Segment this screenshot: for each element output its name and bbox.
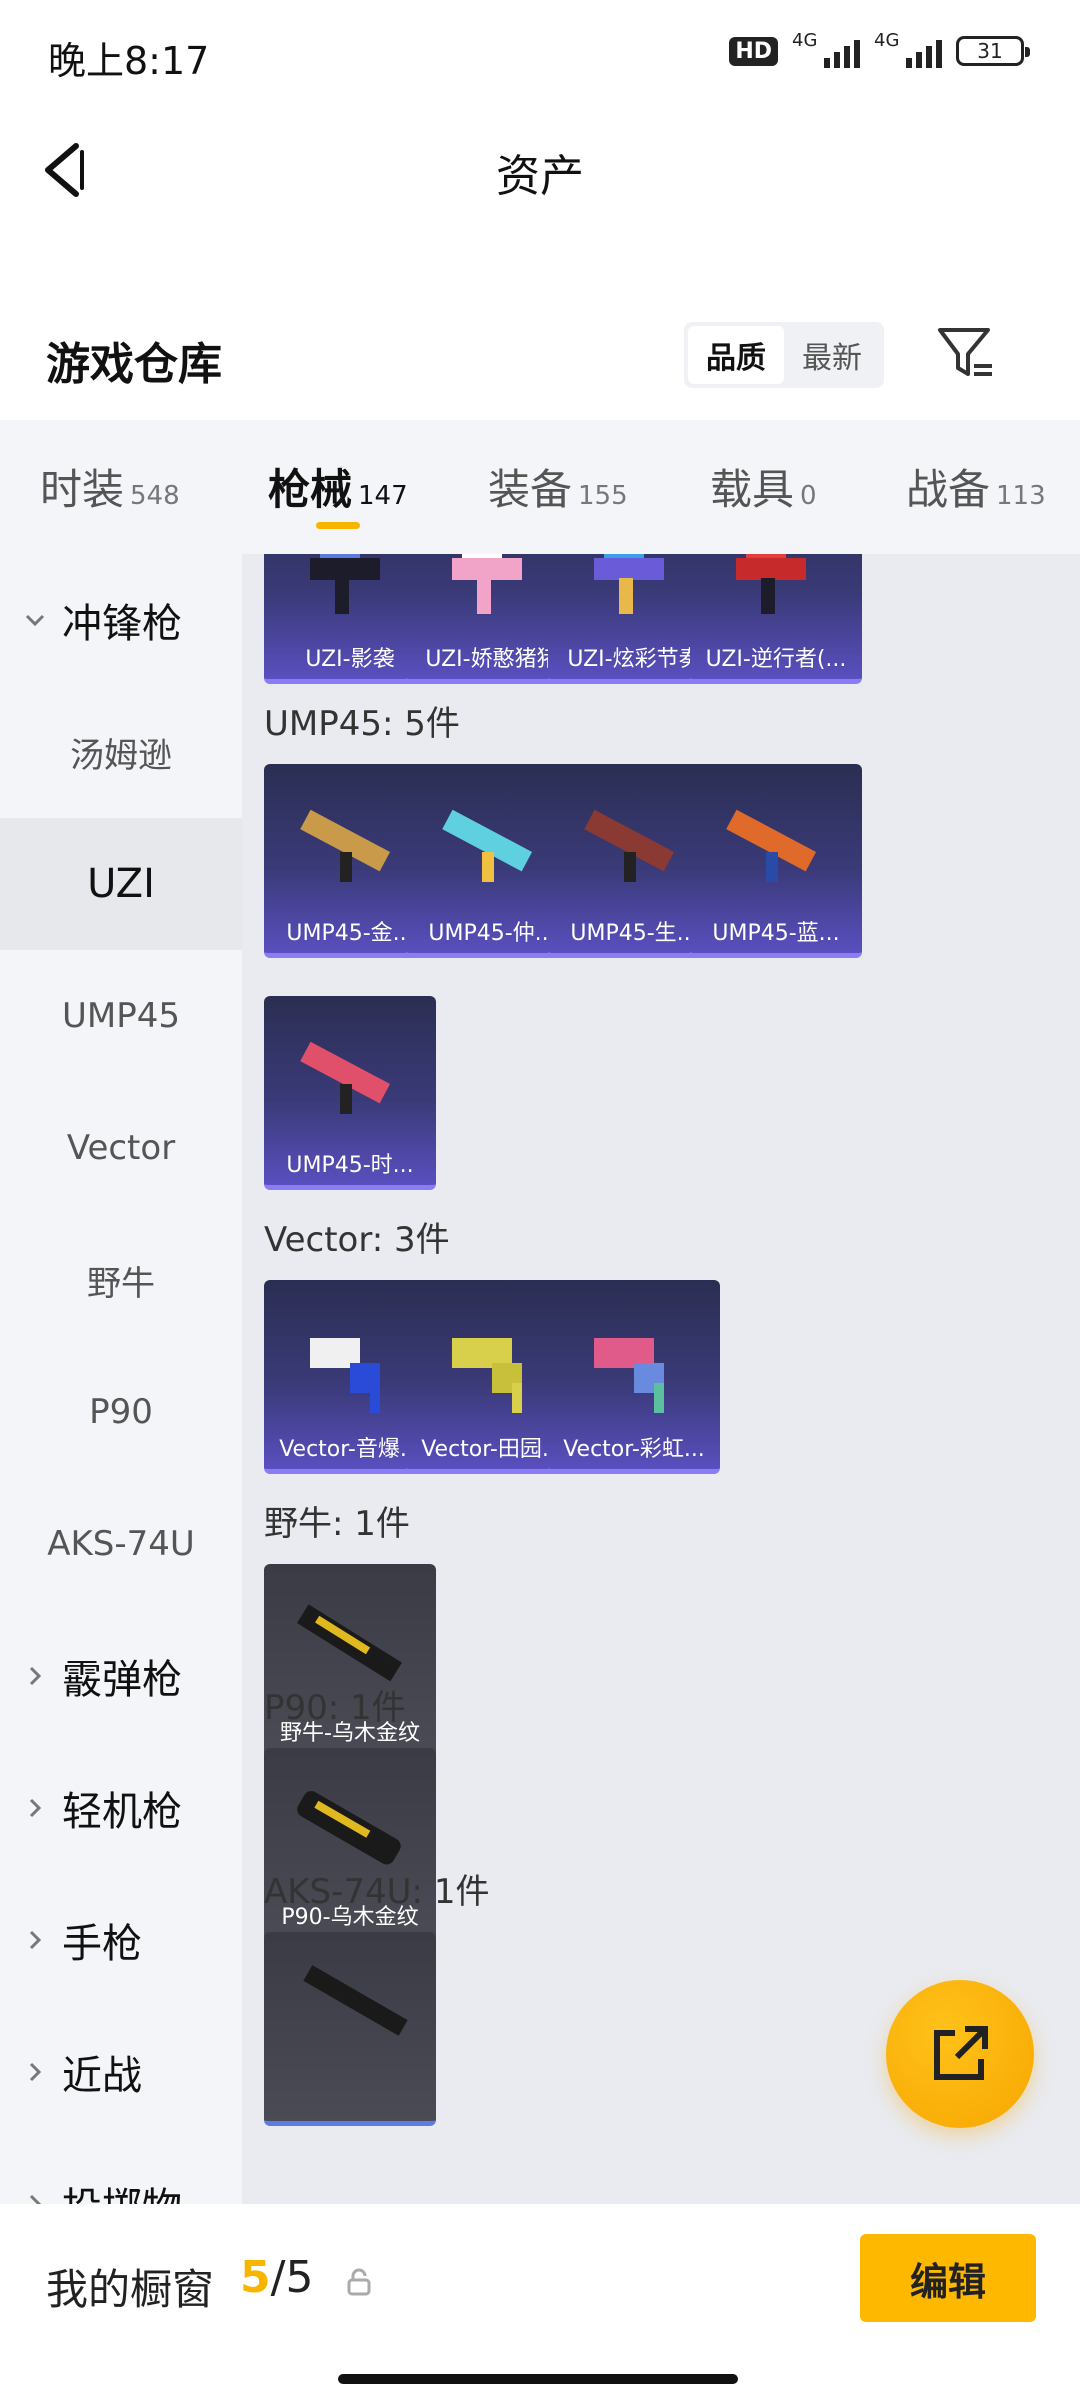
home-indicator[interactable]: [338, 2374, 738, 2384]
item-grid: UZI-影袭 UZI-娇憨猪猪 UZI-炫彩节奏 UZI-逆行者(... UMP…: [242, 554, 1080, 2204]
chevron-right-icon: [20, 1925, 50, 1955]
tab-battle-supplies[interactable]: 战备 113: [906, 456, 1046, 517]
ump45-icon: [584, 809, 675, 882]
group-heading-aks74u: AKS-74U: 1件: [264, 1872, 490, 1912]
section-title: 游戏仓库: [46, 339, 222, 390]
vector-icon: [452, 1338, 522, 1413]
page-title: 资产: [496, 151, 584, 202]
chevron-right-icon: [20, 1661, 50, 1691]
sidebar-item-ump45[interactable]: UMP45: [0, 950, 242, 1082]
ump45-icon: [442, 809, 533, 882]
signal-icon-2: 4G: [874, 30, 942, 68]
category-tabs: 时装 548 枪械 147 装备 155 载具 0 战备 113: [0, 420, 1080, 554]
item-card[interactable]: Vector-彩虹...: [548, 1280, 720, 1474]
status-icons: HD 4G 4G 31: [729, 30, 1030, 68]
item-card[interactable]: UZI-逆行者(...: [690, 554, 862, 684]
signal-icon-1: 4G: [792, 30, 860, 68]
status-bar: 晚上8:17 HD 4G 4G 31: [0, 0, 1080, 100]
tab-vehicles[interactable]: 载具 0: [710, 456, 817, 517]
sort-option-newest[interactable]: 最新: [784, 326, 880, 384]
group-heading-p90: P90: 1件: [264, 1688, 406, 1728]
sidebar-group-throwables[interactable]: 投掷物: [0, 2138, 242, 2204]
showcase-label: 我的橱窗: [46, 2265, 215, 2314]
sidebar-group-shotgun[interactable]: 霰弹枪: [0, 1610, 242, 1742]
sort-option-quality[interactable]: 品质: [688, 326, 784, 384]
chevron-right-icon: [20, 2057, 50, 2087]
battery-icon: 31: [956, 36, 1030, 66]
sidebar-group-lmg[interactable]: 轻机枪: [0, 1742, 242, 1874]
share-icon: [934, 2026, 988, 2080]
tab-firearms[interactable]: 枪械 147: [268, 456, 408, 517]
uzi-icon: [310, 554, 380, 614]
share-button[interactable]: [886, 1980, 1034, 2128]
filter-button[interactable]: [934, 322, 998, 386]
item-card[interactable]: [264, 1932, 436, 2126]
item-card[interactable]: UMP45-蓝...: [690, 764, 862, 958]
lock-icon: [347, 2268, 371, 2296]
showcase-count: 5/5: [240, 2252, 314, 2303]
weapon-category-sidebar: 冲锋枪 汤姆逊 UZI UMP45 Vector 野牛 P90 AKS-74U …: [0, 554, 242, 2204]
chevron-right-icon: [20, 1793, 50, 1823]
ump45-icon: [300, 809, 391, 882]
bottom-bar: 我的橱窗 5/5 编辑: [0, 2204, 1080, 2400]
uzi-icon: [736, 554, 806, 614]
sidebar-item-vector[interactable]: Vector: [0, 1082, 242, 1214]
uzi-icon: [594, 554, 664, 614]
filter-icon: [938, 328, 992, 376]
sidebar-item-p90[interactable]: P90: [0, 1346, 242, 1478]
edit-button[interactable]: 编辑: [860, 2234, 1036, 2322]
status-time: 晚上8:17: [48, 39, 210, 83]
ump45-icon: [726, 809, 817, 882]
vector-icon: [594, 1338, 664, 1413]
tab-equipment[interactable]: 装备 155: [488, 456, 628, 517]
aks74u-icon: [303, 1965, 408, 2036]
sidebar-item-thompson[interactable]: 汤姆逊: [0, 686, 242, 818]
group-heading-ump45: UMP45: 5件: [264, 704, 460, 744]
chevron-right-icon: [20, 2189, 50, 2204]
item-card[interactable]: UMP45-时...: [264, 996, 436, 1190]
tab-fashion[interactable]: 时装 548: [40, 456, 180, 517]
sidebar-group-pistol[interactable]: 手枪: [0, 1874, 242, 2006]
sidebar-group-melee[interactable]: 近战: [0, 2006, 242, 2138]
active-tab-indicator: [316, 522, 360, 529]
sidebar-group-smg[interactable]: 冲锋枪: [0, 554, 242, 686]
sort-toggle: 品质 最新: [684, 322, 884, 388]
sidebar-item-aks74u[interactable]: AKS-74U: [0, 1478, 242, 1610]
hd-icon: HD: [729, 36, 778, 66]
uzi-icon: [452, 554, 522, 614]
group-heading-bison: 野牛: 1件: [264, 1504, 410, 1544]
group-heading-vector: Vector: 3件: [264, 1220, 450, 1260]
sidebar-item-uzi[interactable]: UZI: [0, 818, 242, 950]
sidebar-item-bison[interactable]: 野牛: [0, 1214, 242, 1346]
ump45-icon: [300, 1041, 391, 1114]
vector-icon: [310, 1338, 380, 1413]
chevron-down-icon: [20, 605, 50, 635]
